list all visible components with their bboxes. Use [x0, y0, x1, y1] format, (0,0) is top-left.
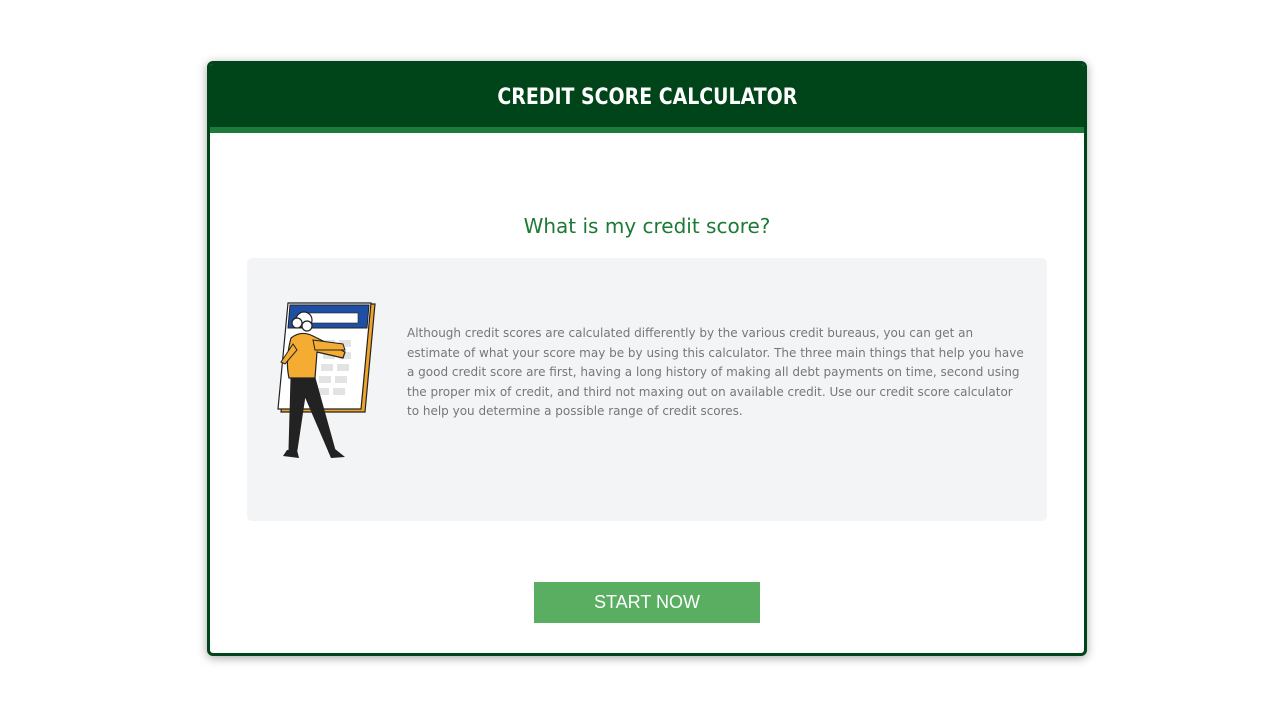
info-panel: Although credit scores are calculated di… [247, 258, 1047, 521]
calculator-card: CREDIT SCORE CALCULATOR What is my credi… [207, 61, 1087, 656]
start-now-button[interactable]: START NOW [534, 582, 760, 623]
question-heading: What is my credit score? [523, 214, 771, 238]
header-bar: CREDIT SCORE CALCULATOR [210, 64, 1084, 127]
header-stripe [210, 127, 1084, 133]
description-text: Although credit scores are calculated di… [407, 326, 1024, 419]
person-with-calculator-illustration [277, 302, 376, 458]
page-title: CREDIT SCORE CALCULATOR [497, 85, 797, 110]
